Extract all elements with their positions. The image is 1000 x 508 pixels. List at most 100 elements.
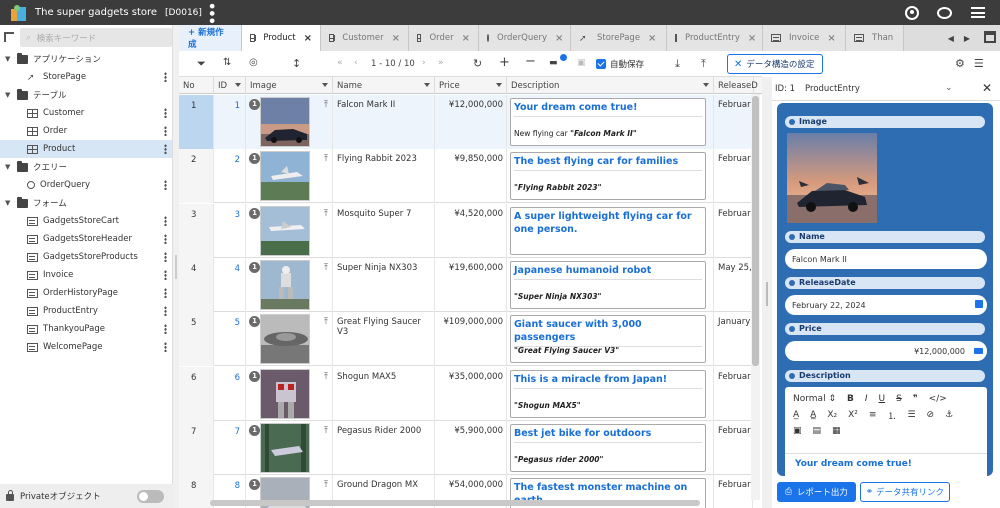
tab-productentry[interactable]: ProductEntry × bbox=[667, 25, 763, 51]
tab-orderquery[interactable]: OrderQuery × bbox=[479, 25, 571, 51]
description-cell[interactable]: Your dream come true! New flying car "Fal… bbox=[507, 95, 714, 149]
tab-[interactable]: + 新規作成 bbox=[179, 25, 242, 51]
close-tab-icon[interactable]: × bbox=[827, 33, 835, 44]
sidebar-item-gadgetsstoreproducts[interactable]: GadgetsStoreProducts bbox=[0, 248, 172, 266]
upload-image-icon[interactable]: ⤒ bbox=[324, 426, 328, 436]
item-menu-kebab-icon[interactable] bbox=[164, 126, 167, 136]
price-cell[interactable]: ¥109,000,000 bbox=[435, 312, 507, 367]
product-thumbnail[interactable] bbox=[260, 368, 310, 419]
close-tab-icon[interactable]: × bbox=[304, 33, 312, 44]
download-icon[interactable]: ⤓ bbox=[675, 57, 680, 71]
sidebar-item--[interactable]: ▼ クエリー bbox=[0, 158, 172, 176]
description-rich-text[interactable]: Japanese humanoid robot "Super Ninja NX30… bbox=[510, 260, 706, 309]
row-number[interactable]: 6 bbox=[179, 366, 214, 421]
delete-row-icon[interactable]: − bbox=[525, 54, 536, 69]
close-tab-icon[interactable]: × bbox=[392, 33, 400, 44]
upload-image-icon[interactable]: ⤒ bbox=[324, 154, 328, 164]
ordered-list-icon[interactable]: ⒈ bbox=[887, 409, 896, 422]
description-rich-text[interactable]: The best flying car for families "Flying … bbox=[510, 152, 706, 201]
search-input[interactable]: ⌕ 検索キーワード bbox=[20, 28, 172, 47]
name-cell[interactable]: Mosquito Super 7 bbox=[333, 203, 435, 258]
table-icon[interactable]: ▦ bbox=[832, 426, 841, 436]
caret-down-icon[interactable]: ▼ bbox=[5, 55, 13, 63]
close-tab-icon[interactable]: × bbox=[462, 33, 470, 44]
detail-splitter[interactable] bbox=[762, 77, 772, 508]
upload-image-icon[interactable]: ⤒ bbox=[324, 317, 328, 327]
bg-color-icon[interactable]: A̳ bbox=[810, 410, 816, 420]
sidebar-item-orderquery[interactable]: OrderQuery bbox=[0, 176, 172, 194]
sidebar-item-welcomepage[interactable]: WelcomePage bbox=[0, 338, 172, 356]
sidebar-item-gadgetsstorecart[interactable]: GadgetsStoreCart bbox=[0, 212, 172, 230]
item-menu-kebab-icon[interactable] bbox=[164, 342, 167, 352]
column-menu-icon[interactable] bbox=[322, 83, 328, 87]
sidebar-item-productentry[interactable]: ProductEntry bbox=[0, 302, 172, 320]
bulk-edit-icon[interactable]: ▬ bbox=[549, 58, 558, 68]
info-badge-icon[interactable]: 1 bbox=[249, 261, 260, 273]
row-id-link[interactable]: 6 bbox=[214, 366, 246, 421]
image-cell[interactable]: 1 ⤒ bbox=[246, 95, 333, 149]
tab-scroll-right-icon[interactable]: ▶ bbox=[964, 34, 970, 43]
row-number[interactable]: 4 bbox=[179, 257, 214, 312]
sidebar-item--[interactable]: ▼ テーブル bbox=[0, 86, 172, 104]
item-menu-kebab-icon[interactable] bbox=[164, 180, 167, 190]
info-badge-icon[interactable]: 1 bbox=[249, 424, 260, 436]
subscript-icon[interactable]: X₂ bbox=[827, 410, 837, 420]
sidebar-item-gadgetsstoreheader[interactable]: GadgetsStoreHeader bbox=[0, 230, 172, 248]
sidebar-item-thankyoupage[interactable]: ThankyouPage bbox=[0, 320, 172, 338]
name-cell[interactable]: Falcon Mark II bbox=[333, 95, 435, 149]
column-header-id[interactable]: ID bbox=[214, 77, 246, 94]
caret-down-icon[interactable]: ▼ bbox=[5, 91, 13, 99]
text-style-select[interactable]: Normal ⇕ bbox=[793, 394, 836, 404]
price-cell[interactable]: ¥4,520,000 bbox=[435, 203, 507, 258]
upload-image-icon[interactable]: ⤒ bbox=[324, 100, 328, 110]
description-cell[interactable]: This is a miracle from Japan! "Shogun MAX… bbox=[507, 366, 714, 421]
product-thumbnail[interactable] bbox=[260, 259, 310, 310]
column-header-no[interactable]: No bbox=[179, 77, 214, 94]
column-menu-icon[interactable] bbox=[703, 83, 709, 87]
info-badge-icon[interactable]: 1 bbox=[249, 479, 260, 491]
first-page-icon[interactable]: « bbox=[337, 58, 343, 68]
font-color-icon[interactable]: A̲ bbox=[793, 410, 799, 420]
close-tab-icon[interactable]: × bbox=[648, 33, 656, 44]
underline-icon[interactable]: U bbox=[879, 394, 886, 404]
name-cell[interactable]: Shogun MAX5 bbox=[333, 366, 435, 421]
price-cell[interactable]: ¥35,000,000 bbox=[435, 366, 507, 421]
tab-than[interactable]: Than bbox=[846, 25, 904, 51]
quote-icon[interactable]: ❞ bbox=[913, 394, 918, 404]
video-icon[interactable]: ▤ bbox=[813, 426, 822, 436]
item-menu-kebab-icon[interactable] bbox=[164, 270, 167, 280]
grid-vertical-scrollbar[interactable] bbox=[751, 94, 760, 500]
hide-columns-icon[interactable]: ◎ bbox=[249, 57, 258, 68]
release-date-cell[interactable]: January : bbox=[714, 312, 753, 367]
description-cell[interactable]: Japanese humanoid robot "Super Ninja NX30… bbox=[507, 257, 714, 312]
tree-view-icon[interactable] bbox=[4, 32, 14, 42]
sidebar-item-orderhistorypage[interactable]: OrderHistoryPage bbox=[0, 284, 172, 302]
tab-invoice[interactable]: Invoice × bbox=[763, 25, 846, 51]
info-badge-icon[interactable]: 1 bbox=[249, 153, 260, 165]
info-badge-icon[interactable]: 1 bbox=[249, 370, 260, 382]
product-thumbnail[interactable] bbox=[260, 314, 310, 365]
sort-icon[interactable]: ⇅ bbox=[223, 57, 231, 68]
row-number[interactable]: 8 bbox=[179, 475, 214, 508]
refresh-icon[interactable]: ↻ bbox=[473, 57, 482, 70]
column-header-price[interactable]: Price bbox=[435, 77, 507, 94]
row-number[interactable]: 3 bbox=[179, 203, 214, 258]
row-id-link[interactable]: 2 bbox=[214, 149, 246, 204]
sidebar-item--[interactable]: ▼ アプリケーション bbox=[0, 50, 172, 68]
add-row-icon[interactable]: + bbox=[499, 55, 510, 70]
item-menu-kebab-icon[interactable] bbox=[164, 306, 167, 316]
item-menu-kebab-icon[interactable] bbox=[164, 108, 167, 118]
chevron-down-icon[interactable]: ⌄ bbox=[945, 83, 953, 93]
product-image[interactable] bbox=[787, 133, 877, 223]
image-icon[interactable]: ▣ bbox=[793, 426, 802, 436]
row-id-link[interactable]: 1 bbox=[214, 95, 246, 149]
product-thumbnail[interactable] bbox=[260, 422, 310, 473]
price-field[interactable]: ¥12,000,000 bbox=[785, 341, 987, 361]
release-date-cell[interactable]: February bbox=[714, 149, 753, 204]
column-header-name[interactable]: Name bbox=[333, 77, 435, 94]
row-id-link[interactable]: 3 bbox=[214, 203, 246, 258]
caret-down-icon[interactable]: ▼ bbox=[5, 199, 13, 207]
settings-icon[interactable]: ⚙ bbox=[955, 57, 965, 70]
image-cell[interactable]: 1 ⤒ bbox=[246, 420, 333, 475]
filter-icon[interactable]: ⏷ bbox=[197, 57, 206, 71]
